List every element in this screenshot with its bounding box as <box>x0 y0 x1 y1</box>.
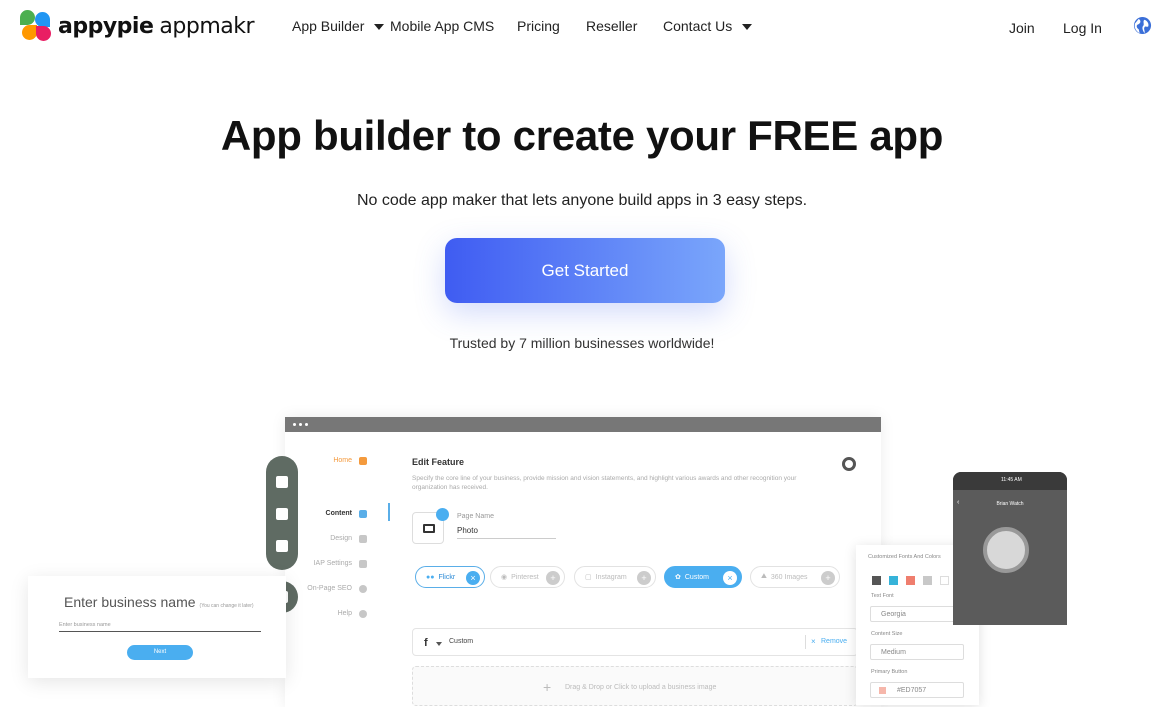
edit-feature-title: Edit Feature <box>412 457 465 467</box>
primary-button-field[interactable]: #ED7057 <box>870 682 964 698</box>
trust-text: Trusted by 7 million businesses worldwid… <box>449 335 715 351</box>
phone-status-bar: 11:45 AM <box>953 472 1067 490</box>
add-icon[interactable]: + <box>546 571 560 585</box>
settings-icon[interactable] <box>276 540 288 552</box>
nav-mobile-app-cms[interactable]: Mobile App CMS <box>390 18 494 34</box>
swatch-1[interactable] <box>872 576 881 585</box>
content-size-select[interactable]: Medium <box>870 644 964 660</box>
custom-source-row: f Custom × Remove <box>412 628 858 656</box>
builder-mockup <box>285 417 881 707</box>
next-button[interactable]: Next <box>127 645 193 660</box>
brand-logo[interactable]: appypie appmakr <box>20 10 255 42</box>
appypie-logo-icon <box>20 10 52 42</box>
login-link[interactable]: Log In <box>1063 20 1102 36</box>
nav-app-builder-label: App Builder <box>292 18 365 34</box>
join-link[interactable]: Join <box>1009 20 1035 36</box>
iap-icon <box>359 560 367 568</box>
phone-title: Brian Watch <box>996 501 1024 507</box>
active-indicator <box>388 503 390 521</box>
edit-feature-desc: Specify the core line of your business, … <box>412 475 797 492</box>
design-icon <box>359 535 367 543</box>
edit-icon[interactable] <box>436 508 449 521</box>
chip-custom[interactable]: ✿ Custom × <box>664 566 742 588</box>
brand-product: appmakr <box>159 13 255 39</box>
remove-icon[interactable]: × <box>811 637 816 646</box>
divider <box>805 635 806 649</box>
chip-pinterest[interactable]: ◉ Pinterest + <box>490 566 565 588</box>
nav-reseller[interactable]: Reseller <box>586 18 637 34</box>
facebook-icon: f <box>424 637 428 649</box>
brand-name: appypie <box>58 13 154 39</box>
page-name-label: Page Name <box>457 513 494 520</box>
image-icon <box>423 524 435 533</box>
business-name-card: Enter business name (You can change it la… <box>28 576 286 678</box>
chip-360-label: 360 Images <box>770 573 808 581</box>
business-note: (You can change it later) <box>199 603 254 609</box>
chip-instagram-label: Instagram <box>595 573 627 581</box>
business-name-heading: Enter business name (You can change it la… <box>64 594 254 610</box>
panel-title: Customized Fonts And Colors <box>868 554 941 560</box>
text-font-select[interactable]: Georgia <box>870 606 964 622</box>
home-icon <box>359 457 367 465</box>
nav-contact-us-label: Contact Us <box>663 18 733 34</box>
hero-title: App builder to create your FREE app <box>220 112 944 159</box>
content-icon <box>359 510 367 518</box>
add-icon[interactable]: + <box>637 571 651 585</box>
swatch-2[interactable] <box>889 576 898 585</box>
layers-icon[interactable] <box>276 508 288 520</box>
drop-text: Drag & Drop or Click to upload a busines… <box>565 684 717 691</box>
swatch-3[interactable] <box>906 576 915 585</box>
chevron-down-icon <box>742 24 753 31</box>
gear-icon[interactable] <box>842 457 856 471</box>
content-size-label: Content Size <box>871 631 903 637</box>
chevron-down-icon[interactable] <box>436 642 442 646</box>
swatch-4[interactable] <box>923 576 932 585</box>
chip-custom-label: Custom <box>684 573 709 581</box>
phone-preview: 11:45 AM ‹ Brian Watch <box>953 472 1067 625</box>
tool-panel <box>266 456 298 570</box>
add-icon[interactable]: + <box>821 571 835 585</box>
mockup-title-bar <box>285 417 881 432</box>
help-icon <box>359 610 367 618</box>
seo-icon <box>359 585 367 593</box>
page-name-input[interactable]: Photo <box>457 526 556 539</box>
close-icon[interactable]: × <box>723 571 737 585</box>
hero-subtitle: No code app maker that lets anyone build… <box>356 192 808 209</box>
phone-time: 11:45 AM <box>1001 477 1022 483</box>
photo-thumb[interactable] <box>412 508 449 544</box>
nav-pricing[interactable]: Pricing <box>517 18 560 34</box>
chip-flickr-label: Flickr <box>438 573 456 581</box>
upload-dropzone[interactable]: + Drag & Drop or Click to upload a busin… <box>412 666 858 706</box>
brand-wordmark: appypie appmakr <box>58 13 255 39</box>
custom-row-label: Custom <box>449 638 474 645</box>
chip-pinterest-label: Pinterest <box>511 573 539 581</box>
remove-link[interactable]: Remove <box>821 638 847 645</box>
close-icon[interactable]: × <box>466 571 480 585</box>
watch-image <box>983 527 1029 573</box>
get-started-button[interactable]: Get Started <box>445 238 725 303</box>
swatch-5[interactable] <box>940 576 949 585</box>
chip-instagram[interactable]: ▢ Instagram + <box>574 566 656 588</box>
nav-contact-us[interactable]: Contact Us <box>663 18 753 34</box>
top-nav: appypie appmakr App Builder Mobile App CM… <box>0 0 1164 54</box>
sidebar-item-help[interactable]: Help <box>282 610 352 617</box>
globe-icon[interactable] <box>1133 16 1152 35</box>
plus-icon: + <box>543 679 552 695</box>
color-swatch <box>879 687 886 694</box>
paint-icon[interactable] <box>276 476 288 488</box>
chevron-down-icon <box>374 24 385 31</box>
text-font-label: Text Font <box>871 593 894 599</box>
primary-button-value: #ED7057 <box>897 687 927 694</box>
nav-app-builder[interactable]: App Builder <box>292 18 385 34</box>
primary-button-label: Primary Button <box>871 669 908 675</box>
chip-360-images[interactable]: ⛰ 360 Images + <box>750 566 840 588</box>
business-name-input[interactable]: Enter business name <box>59 622 261 632</box>
chip-flickr[interactable]: ●● Flickr × <box>415 566 485 588</box>
